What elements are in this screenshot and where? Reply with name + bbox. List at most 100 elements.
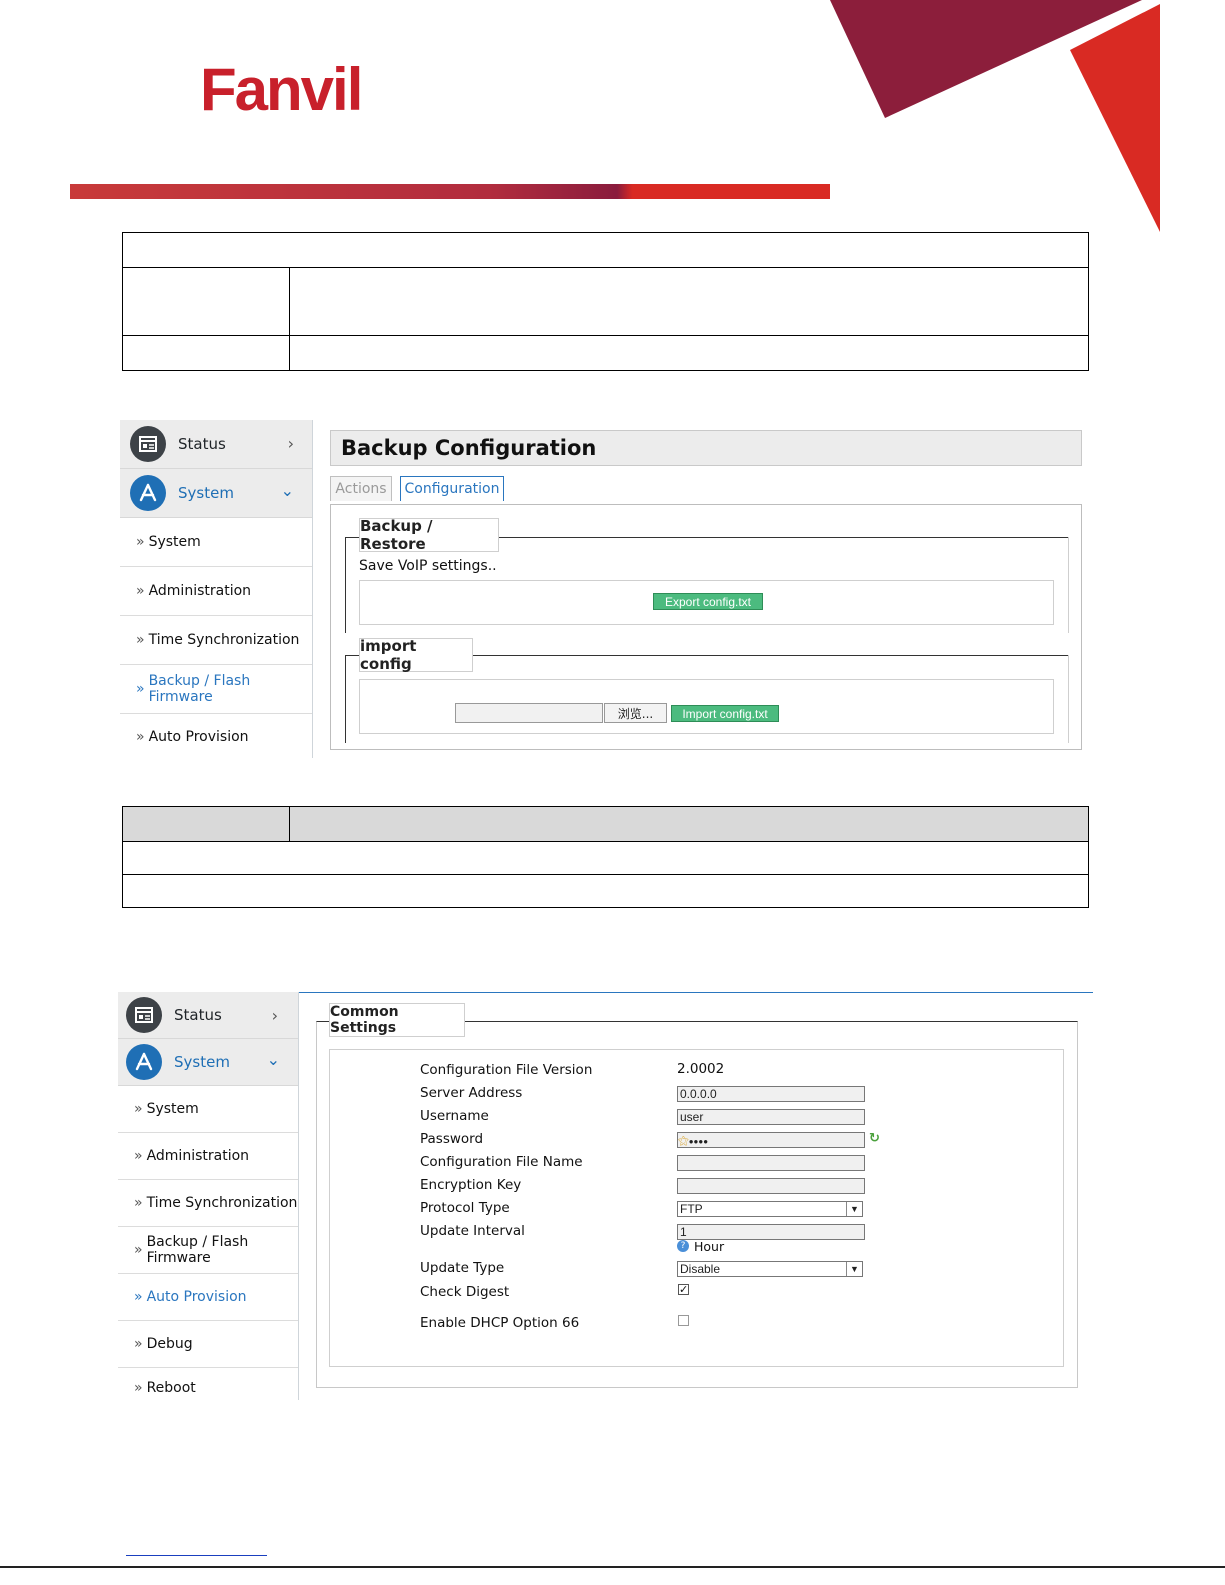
password-dots: ●●●● [688, 1137, 709, 1146]
sidebar-item-label: Status [178, 435, 226, 453]
chevron-down-icon: ⌄ [280, 481, 294, 500]
protocol-type-select[interactable]: FTP ▼ [677, 1201, 863, 1217]
configuration-content: Backup / Restore Save VoIP settings.. Ex… [330, 504, 1082, 750]
dhcp-66-label: Enable DHCP Option 66 [420, 1315, 580, 1331]
sidebar-subitem-auto-provision[interactable]: » Auto Provision [118, 1274, 298, 1321]
info-table-1 [122, 232, 1089, 371]
info-icon: ? [677, 1240, 689, 1252]
encryption-key-label: Encryption Key [420, 1177, 522, 1193]
sidebar-item-label: System [146, 1101, 199, 1117]
sidebar-subitem-administration[interactable]: » Administration [120, 567, 312, 616]
password-input[interactable]: ⚝●●●● [677, 1132, 865, 1148]
sidebar-item-label: Auto Provision [148, 729, 249, 745]
update-interval-unit: Hour [694, 1239, 725, 1254]
chevron-down-icon: ▼ [846, 1262, 862, 1276]
sidebar-subitem-time-sync[interactable]: » Time Synchronization [120, 616, 312, 665]
update-interval-input[interactable]: 1 [677, 1224, 865, 1240]
key-icon: ⚝ [678, 1135, 689, 1147]
app-store-icon [130, 475, 166, 511]
config-file-version-value: 2.0002 [677, 1061, 725, 1077]
sidebar-item-label: Status [174, 1006, 222, 1024]
fieldset-border [345, 537, 346, 633]
file-path-input[interactable] [455, 703, 603, 723]
chevron-down-icon: ▼ [846, 1202, 862, 1216]
sidebar-subitem-system[interactable]: » System [118, 1086, 298, 1133]
sidebar-item-status[interactable]: Status › [118, 992, 298, 1039]
double-chevron-icon: » [134, 1101, 143, 1117]
sidebar-item-system[interactable]: System ⌄ [118, 1039, 298, 1086]
sidebar-subitem-backup-flash[interactable]: » Backup / Flash Firmware [118, 1227, 298, 1274]
config-file-name-input[interactable] [677, 1155, 865, 1171]
sidebar-item-label: System [174, 1053, 230, 1071]
dhcp-66-checkbox[interactable] [678, 1315, 689, 1326]
username-label: Username [420, 1108, 489, 1124]
update-type-select[interactable]: Disable ▼ [677, 1261, 863, 1277]
fieldset-border [1068, 655, 1069, 743]
top-border [298, 992, 1093, 993]
tab-actions[interactable]: Actions [330, 476, 392, 501]
server-address-label: Server Address [420, 1085, 523, 1101]
page-title: Backup Configuration [330, 430, 1082, 466]
double-chevron-icon: » [134, 1289, 143, 1305]
sidebar-subitem-auto-provision[interactable]: » Auto Provision [120, 714, 312, 760]
check-digest-label: Check Digest [420, 1284, 510, 1300]
config-file-name-label: Configuration File Name [420, 1154, 583, 1170]
table-header-cell [122, 806, 290, 842]
sidebar-item-status[interactable]: Status › [120, 420, 312, 469]
import-config-button[interactable]: Import config.txt [671, 705, 779, 722]
sidebar-item-label: System [178, 484, 234, 502]
password-label: Password [420, 1131, 484, 1147]
sidebar-subitem-system[interactable]: » System [120, 518, 312, 567]
browse-button[interactable]: 浏览... [604, 703, 667, 723]
table-cell [122, 841, 1089, 875]
check-digest-checkbox[interactable]: ✓ [678, 1284, 689, 1295]
protocol-type-label: Protocol Type [420, 1200, 510, 1216]
double-chevron-icon: » [136, 632, 145, 648]
table-header-cell [289, 806, 1089, 842]
sidebar-item-label: Reboot [146, 1380, 196, 1396]
sidebar-item-label: Administration [148, 583, 252, 599]
double-chevron-icon: » [134, 1242, 143, 1258]
sidebar-item-label: System [148, 534, 201, 550]
double-chevron-icon: » [134, 1195, 143, 1211]
header-corner-decoration [830, 0, 1160, 232]
server-address-input[interactable]: 0.0.0.0 [677, 1086, 865, 1102]
double-chevron-icon: » [134, 1380, 143, 1396]
footer-link-underline[interactable] [126, 1555, 267, 1556]
sidebar-item-label: Debug [146, 1336, 193, 1352]
fanvil-logo: Fanvil [200, 56, 363, 123]
sidebar-subitem-time-sync[interactable]: » Time Synchronization [118, 1180, 298, 1227]
save-settings-text: Save VoIP settings.. [359, 558, 497, 574]
sidebar-item-label: Time Synchronization [146, 1195, 298, 1211]
footer-rule [0, 1566, 1225, 1568]
status-icon [130, 426, 166, 462]
sidebar-subitem-backup-flash[interactable]: » Backup / Flash Firmware [120, 665, 312, 714]
status-icon [126, 997, 162, 1033]
sidebar-item-system[interactable]: System ⌄ [120, 469, 312, 518]
chevron-right-icon: › [271, 1006, 278, 1025]
update-interval-label: Update Interval [420, 1223, 525, 1239]
refresh-icon[interactable]: ↻ [869, 1131, 880, 1146]
backup-restore-legend: Backup / Restore [359, 517, 499, 553]
encryption-key-input[interactable] [677, 1178, 865, 1194]
sidebar-subitem-debug[interactable]: » Debug [118, 1321, 298, 1368]
tab-configuration[interactable]: Configuration [400, 476, 504, 501]
username-input[interactable]: user [677, 1109, 865, 1125]
sidebar-subitem-administration[interactable]: » Administration [118, 1133, 298, 1180]
header-red-bar [70, 184, 830, 199]
export-config-button[interactable]: Export config.txt [653, 593, 763, 610]
sidebar-item-label: Time Synchronization [148, 632, 300, 648]
table-cell [289, 335, 1089, 371]
sidebar-item-label: Auto Provision [146, 1289, 247, 1305]
selected-value: FTP [680, 1202, 703, 1216]
sidebar-subitem-reboot[interactable]: » Reboot [118, 1368, 298, 1408]
table-cell [122, 335, 290, 371]
import-config-legend: import config [359, 637, 473, 673]
sidebar-item-label: Administration [146, 1148, 250, 1164]
table-cell [289, 267, 1089, 336]
sidebar: Status › System ⌄ » System » Administratio… [120, 420, 313, 758]
double-chevron-icon: » [136, 729, 145, 745]
double-chevron-icon: » [136, 534, 145, 550]
config-file-version-label: Configuration File Version [420, 1062, 593, 1078]
table-cell [122, 874, 1089, 908]
